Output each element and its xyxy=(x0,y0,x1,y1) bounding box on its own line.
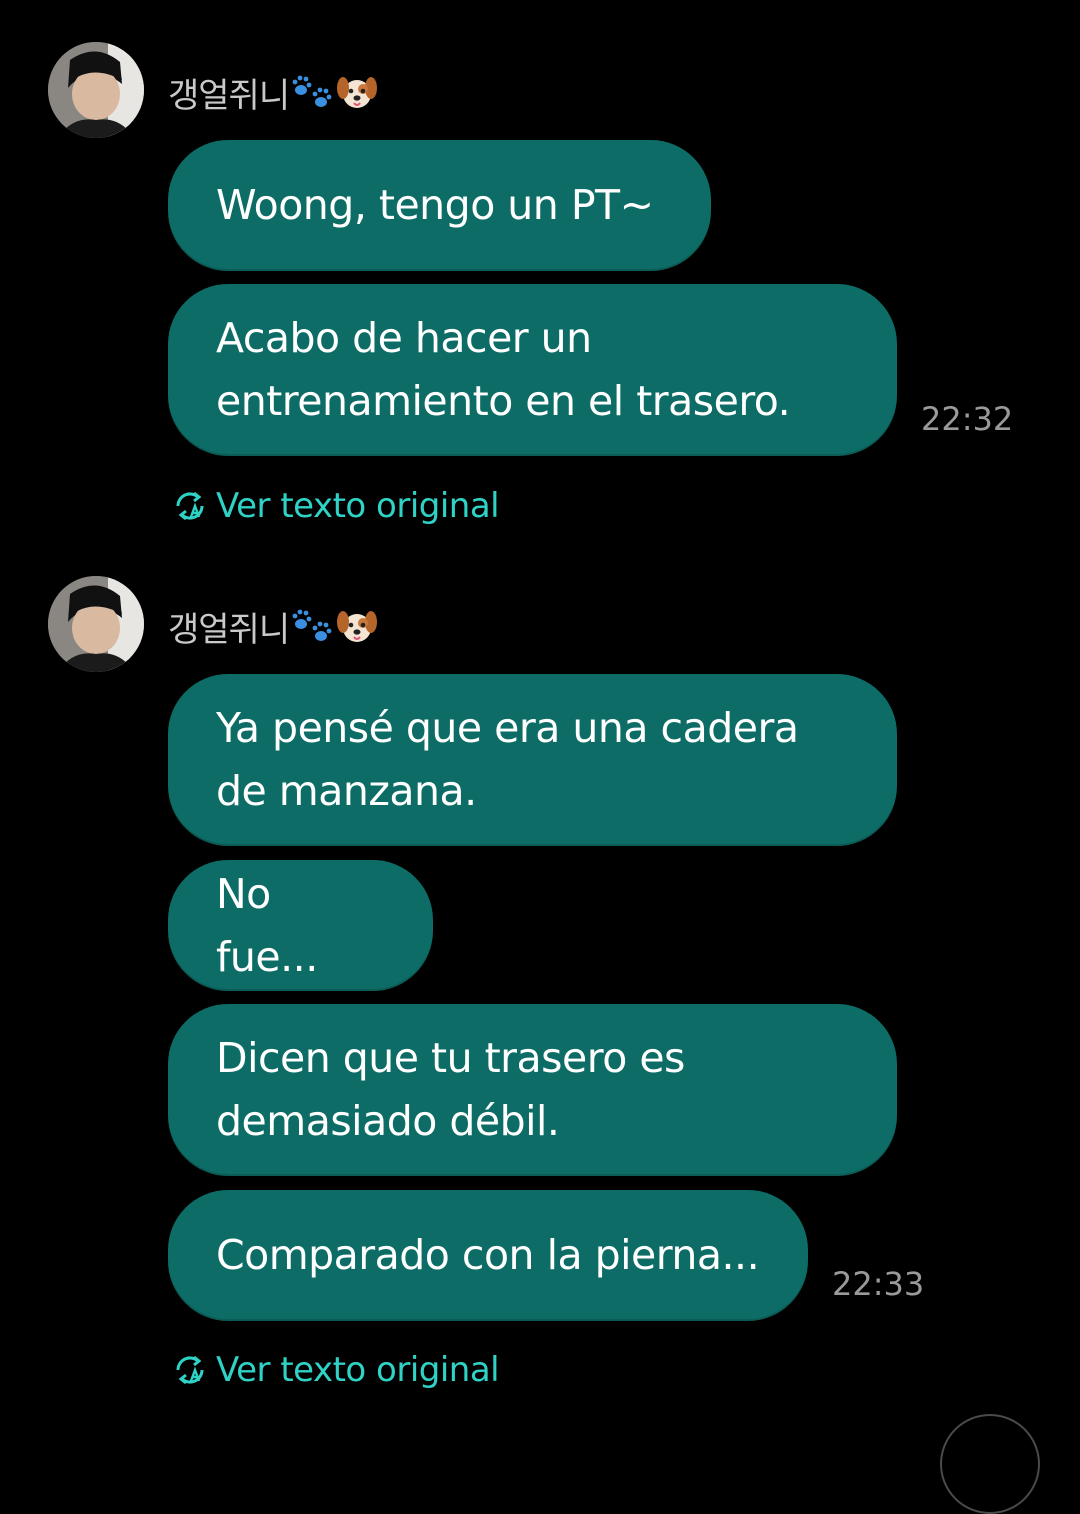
view-original-text-label: Ver texto original xyxy=(216,1350,500,1390)
avatar[interactable] xyxy=(48,42,144,138)
view-original-text-label: Ver texto original xyxy=(216,486,500,526)
message-bubble[interactable]: Acabo de hacer un entrenamiento en el tr… xyxy=(168,284,897,456)
sender-name: 갱얼쥐니 xyxy=(168,609,290,650)
message-bubble[interactable]: Woong, tengo un PT~ xyxy=(168,140,711,271)
message-text: Dicen que tu trasero es demasiado débil. xyxy=(216,1034,685,1145)
paw-prints-icon xyxy=(292,75,332,107)
dog-face-icon xyxy=(337,77,378,108)
view-original-text-link[interactable]: Ver texto original xyxy=(172,1348,500,1392)
message-bubble[interactable]: Comparado con la pierna... xyxy=(168,1190,808,1321)
translate-icon xyxy=(176,491,204,521)
sender-name-row: 갱얼쥐니 xyxy=(168,596,379,656)
dog-face-icon xyxy=(337,611,378,642)
scroll-to-bottom-button[interactable] xyxy=(940,1414,1040,1514)
message-timestamp: 22:33 xyxy=(832,1265,925,1303)
message-bubble[interactable]: No fue... xyxy=(168,860,433,991)
translate-icon xyxy=(176,1355,204,1385)
message-timestamp: 22:32 xyxy=(921,400,1014,438)
message-text: Comparado con la pierna... xyxy=(216,1231,760,1279)
avatar[interactable] xyxy=(48,576,144,672)
message-text: No fue... xyxy=(216,869,318,981)
sender-name-row: 갱얼쥐니 xyxy=(168,62,379,122)
message-bubble[interactable]: Ya pensé que era una cadera de manzana. xyxy=(168,674,897,846)
message-text: Acabo de hacer un entrenamiento en el tr… xyxy=(216,314,791,425)
paw-prints-icon xyxy=(292,609,332,641)
message-text: Woong, tengo un PT~ xyxy=(216,181,654,229)
sender-name: 갱얼쥐니 xyxy=(168,75,290,116)
message-text: Ya pensé que era una cadera de manzana. xyxy=(216,704,799,815)
view-original-text-link[interactable]: Ver texto original xyxy=(172,484,500,528)
message-bubble[interactable]: Dicen que tu trasero es demasiado débil. xyxy=(168,1004,897,1176)
